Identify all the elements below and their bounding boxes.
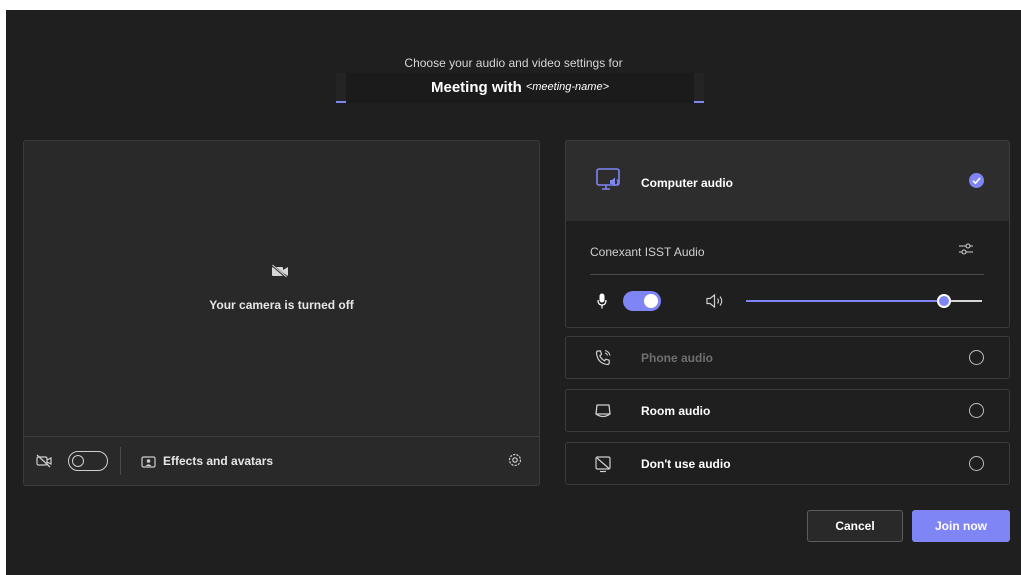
device-divider [590, 274, 984, 275]
meeting-name: <meeting-name> [525, 81, 609, 93]
phone-audio-radio[interactable] [969, 350, 984, 365]
no-audio-icon [594, 455, 612, 473]
phone-audio-label: Phone audio [641, 351, 713, 365]
settings-prompt: Choose your audio and video settings for [404, 56, 623, 70]
computer-audio-option[interactable]: Computer audio Conexant ISST Audio [565, 140, 1010, 328]
microphone-toggle-knob [644, 294, 658, 308]
room-audio-label: Room audio [641, 404, 711, 418]
volume-slider-thumb[interactable] [937, 294, 951, 308]
phone-audio-icon [594, 349, 612, 367]
audio-device-name: Conexant ISST Audio [590, 245, 705, 259]
audio-settings-icon[interactable] [958, 241, 974, 257]
no-audio-radio[interactable] [969, 456, 984, 471]
camera-off-icon [271, 264, 289, 278]
meeting-title: Meeting with <meeting-name> [336, 73, 704, 103]
volume-slider-fill [746, 300, 944, 302]
meeting-title-prefix: Meeting with [431, 79, 522, 96]
speaker-icon [705, 293, 725, 309]
room-audio-icon [594, 402, 612, 420]
device-settings-icon[interactable] [507, 452, 523, 468]
computer-audio-label: Computer audio [641, 176, 733, 190]
no-audio-label: Don't use audio [641, 457, 731, 471]
join-now-button[interactable]: Join now [912, 510, 1010, 542]
camera-status-text: Your camera is turned off [209, 298, 354, 312]
camera-toggle[interactable] [68, 451, 108, 471]
video-preview-panel: Your camera is turned off Effects and av… [23, 140, 540, 486]
effects-and-avatars-button[interactable]: Effects and avatars [163, 454, 273, 468]
no-audio-option[interactable]: Don't use audio [565, 442, 1010, 485]
microphone-icon [597, 293, 607, 309]
pre-join-screen: Choose your audio and video settings for… [6, 10, 1021, 575]
toolbar-divider [120, 447, 121, 475]
microphone-toggle[interactable] [623, 291, 661, 311]
camera-toggle-knob [72, 455, 84, 467]
video-off-icon [36, 454, 52, 468]
room-audio-radio[interactable] [969, 403, 984, 418]
computer-audio-icon [596, 168, 622, 192]
phone-audio-option[interactable]: Phone audio [565, 336, 1010, 379]
room-audio-option[interactable]: Room audio [565, 389, 1010, 432]
selected-check-icon [969, 173, 984, 188]
video-toolbar: Effects and avatars [24, 436, 539, 485]
volume-slider[interactable] [746, 291, 982, 311]
cancel-button[interactable]: Cancel [807, 510, 903, 542]
effects-icon [141, 455, 156, 468]
computer-audio-header[interactable]: Computer audio [566, 141, 1009, 221]
